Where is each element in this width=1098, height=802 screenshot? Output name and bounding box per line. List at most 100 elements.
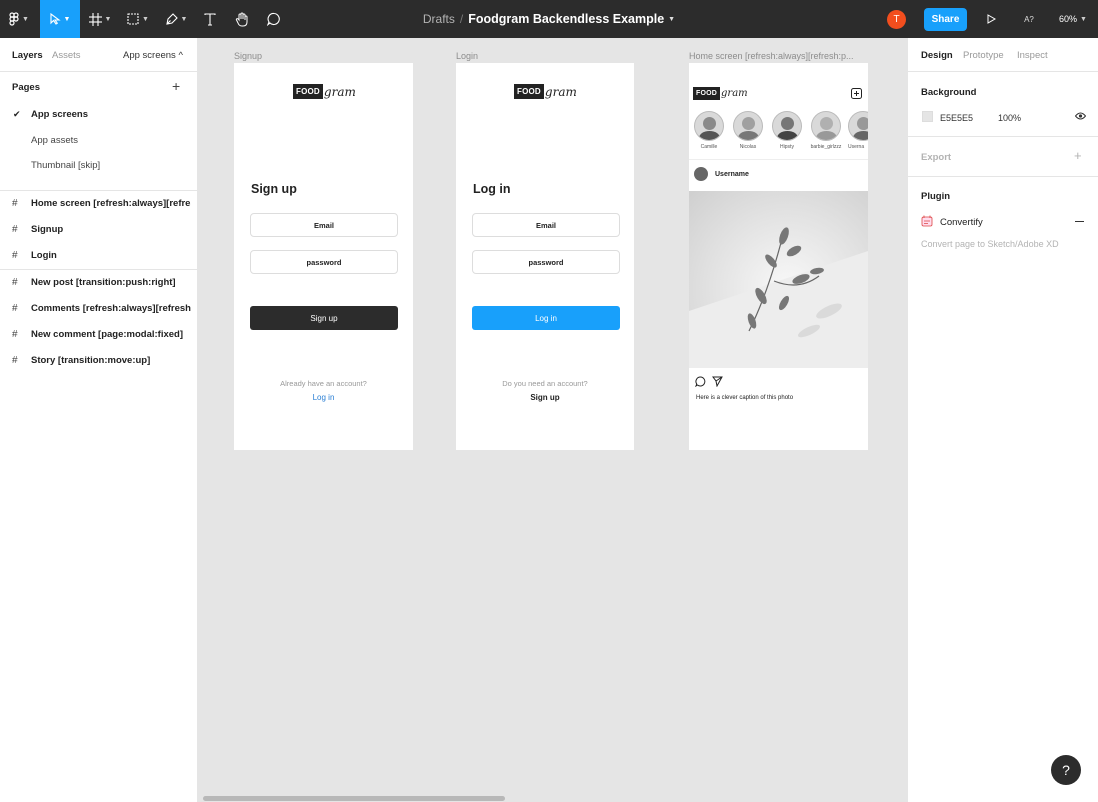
logo-gram: gram (323, 84, 356, 99)
frame-label-signup[interactable]: Signup (234, 51, 262, 61)
story-item[interactable]: barbie_girlzzz (809, 111, 843, 150)
current-page-selector[interactable]: App screens ^ (123, 50, 183, 61)
signup-email-field[interactable]: Email (250, 213, 398, 237)
signup-note: Already have an account? (280, 379, 367, 388)
story-item[interactable]: Camille (692, 111, 726, 150)
layer-story[interactable]: # Story [transition:move:up] (0, 348, 198, 374)
frame-label-home[interactable]: Home screen [refresh:always][refresh:p..… (689, 51, 869, 61)
checkmark-icon: ✔ (13, 109, 21, 119)
left-tabs: Layers Assets App screens ^ (0, 38, 197, 72)
logo-food: FOOD (514, 84, 544, 99)
layer-signup[interactable]: # Signup (0, 217, 198, 243)
send-paper-plane-icon[interactable] (712, 376, 723, 387)
login-password-field[interactable]: password (472, 250, 620, 274)
hand-tool-button[interactable] (231, 0, 253, 38)
missing-fonts-button[interactable]: A? (1018, 0, 1040, 38)
page-item-thumbnail[interactable]: Thumbnail [skip] (0, 153, 197, 179)
logo-gram: gram (544, 84, 577, 99)
chevron-down-icon[interactable]: ▼ (668, 16, 675, 23)
user-avatar[interactable]: T (887, 10, 906, 29)
home-header: FOOD gram (689, 63, 868, 100)
story-avatar (733, 111, 763, 141)
layer-comments[interactable]: # Comments [refresh:always][refresh:pull] (0, 296, 198, 322)
story-item[interactable]: Hipsty (770, 111, 804, 150)
pen-tool-button[interactable]: ▼ (160, 0, 192, 38)
background-opacity-input[interactable]: 100% (998, 113, 1021, 123)
story-name: barbie_girlzzz (810, 144, 842, 150)
add-page-button[interactable]: + (172, 78, 180, 94)
right-tabs: Design Prototype Inspect (908, 38, 1098, 72)
page-item-app-assets[interactable]: App assets (0, 128, 197, 154)
eye-visibility-icon[interactable] (1075, 112, 1086, 120)
chevron-down-icon: ▼ (22, 15, 29, 23)
help-button[interactable]: ? (1051, 755, 1081, 785)
frame-login[interactable]: FOOD gram Log in Email password Log in D… (456, 63, 634, 450)
zoom-value: 60% (1059, 14, 1078, 24)
login-email-field[interactable]: Email (472, 213, 620, 237)
chevron-down-icon: ▼ (63, 15, 71, 23)
tab-design[interactable]: Design (921, 50, 953, 61)
comment-tool-button[interactable] (263, 0, 285, 38)
layer-label: Login (31, 250, 57, 261)
file-name[interactable]: Foodgram Backendless Example (468, 12, 664, 26)
add-post-icon[interactable] (851, 88, 862, 99)
frame-hash-icon: # (12, 303, 18, 314)
frame-hash-icon: # (12, 329, 18, 340)
frame-home-screen[interactable]: FOOD gram Camille Nicolas Hipsty barbie_… (689, 63, 868, 450)
zoom-dropdown[interactable]: 60% ▼ (1053, 0, 1093, 38)
layer-label: New post [transition:push:right] (31, 277, 176, 288)
story-name: Camille (700, 144, 718, 150)
background-hex-input[interactable]: E5E5E5 (940, 113, 973, 123)
move-tool-button[interactable]: ▼ (40, 0, 80, 38)
page-item-app-screens[interactable]: ✔ App screens (0, 102, 197, 128)
figma-app: ▼ ▼ ▼ ▼ ▼ Drafts / Foodgram Backendless … (0, 0, 1098, 802)
signup-password-field[interactable]: password (250, 250, 398, 274)
chevron-down-icon: ▼ (1080, 15, 1087, 23)
top-toolbar: ▼ ▼ ▼ ▼ ▼ Drafts / Foodgram Backendless … (0, 0, 1098, 38)
background-color-swatch[interactable] (922, 111, 933, 122)
frame-label-login[interactable]: Login (456, 51, 478, 61)
breadcrumb-drafts[interactable]: Drafts (423, 12, 455, 26)
signup-button[interactable]: Sign up (250, 306, 398, 330)
layer-label: Comments [refresh:always][refresh:pull] (31, 303, 191, 314)
layer-new-comment[interactable]: # New comment [page:modal:fixed] (0, 322, 198, 348)
text-tool-button[interactable] (199, 0, 221, 38)
chevron-down-icon: ▼ (180, 15, 188, 23)
present-button[interactable] (980, 0, 1002, 38)
story-avatar (772, 111, 802, 141)
layer-new-post[interactable]: # New post [transition:push:right] (0, 270, 198, 296)
frame-hash-icon: # (12, 250, 18, 261)
tab-prototype[interactable]: Prototype (963, 50, 1004, 61)
post-author[interactable]: Username (694, 167, 749, 181)
horizontal-scrollbar[interactable] (203, 796, 505, 801)
login-button[interactable]: Log in (472, 306, 620, 330)
frame-tool-button[interactable]: ▼ (84, 0, 116, 38)
share-button[interactable]: Share (924, 8, 967, 31)
logo-food: FOOD (693, 87, 721, 100)
comment-bubble-icon[interactable] (695, 376, 706, 387)
remove-plugin-button[interactable] (1075, 221, 1084, 222)
page-item-label: Thumbnail [skip] (31, 160, 101, 171)
canvas[interactable]: Signup FOOD gram Sign up Email password … (198, 38, 907, 802)
story-item[interactable]: Userna (848, 111, 868, 150)
background-section-title: Background (921, 87, 977, 98)
tab-layers[interactable]: Layers (12, 50, 43, 61)
layer-home-screen[interactable]: # Home screen [refresh:always][refresh:pu… (0, 191, 198, 217)
plugin-name[interactable]: Convertify (940, 217, 983, 228)
layer-login[interactable]: # Login (0, 243, 198, 269)
figma-logo-icon (9, 12, 19, 26)
login-signup-link[interactable]: Sign up (456, 393, 634, 402)
export-section-title: Export (921, 152, 952, 163)
text-t-icon (204, 12, 216, 26)
shape-tool-button[interactable]: ▼ (122, 0, 154, 38)
add-export-button[interactable]: + (1074, 148, 1082, 163)
frame-signup[interactable]: FOOD gram Sign up Email password Sign up… (234, 63, 413, 450)
tab-assets[interactable]: Assets (52, 50, 81, 61)
page-item-label: App assets (31, 134, 78, 146)
main-menu-button[interactable]: ▼ (0, 0, 38, 38)
logo-food: FOOD (293, 84, 323, 99)
post-photo[interactable] (689, 191, 868, 368)
story-item[interactable]: Nicolas (731, 111, 765, 150)
signup-login-link[interactable]: Log in (234, 393, 413, 402)
tab-inspect[interactable]: Inspect (1017, 50, 1048, 61)
